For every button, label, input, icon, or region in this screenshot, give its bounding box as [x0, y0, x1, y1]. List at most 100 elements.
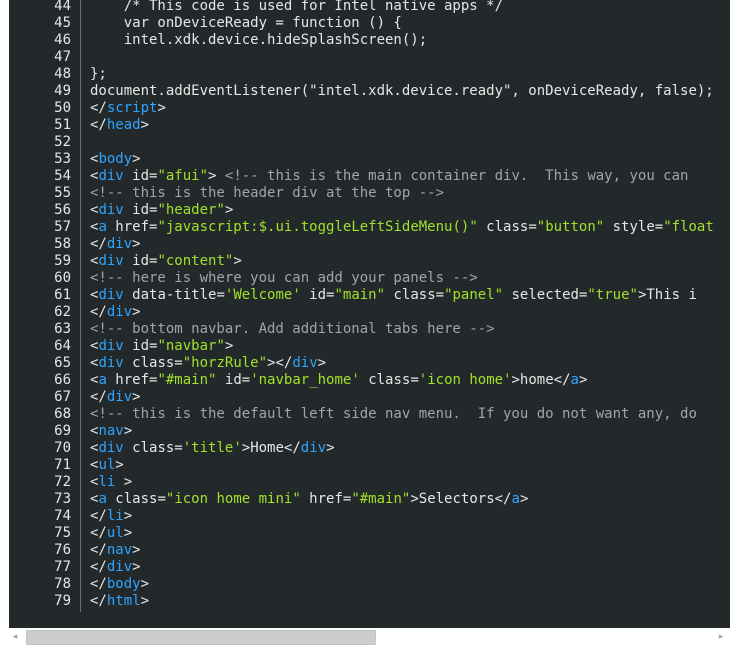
- code-line[interactable]: <!-- here is where you can add your pane…: [90, 270, 478, 287]
- code-line[interactable]: <div id="header">: [90, 202, 233, 219]
- code-line[interactable]: <ul>: [90, 457, 124, 474]
- line-number: 50: [54, 100, 71, 116]
- line-number: 45: [54, 15, 71, 31]
- line-number: 44: [54, 0, 71, 14]
- code-line[interactable]: </li>: [90, 508, 132, 525]
- code-token: 'title': [182, 440, 242, 456]
- scroll-left-arrow-icon[interactable]: ◂: [9, 631, 21, 643]
- code-token: html: [106, 593, 141, 609]
- line-number: 69: [54, 423, 71, 439]
- horizontal-scrollbar[interactable]: ◂ ▸: [9, 629, 730, 645]
- code-line[interactable]: <!-- this is the default left side nav m…: [90, 406, 697, 423]
- line-number: 71: [54, 457, 71, 473]
- line-number: 49: [54, 83, 71, 99]
- code-area[interactable]: /* This code is used for Intel native ap…: [90, 0, 730, 628]
- code-token: "main": [334, 287, 386, 303]
- code-line[interactable]: </div>: [90, 559, 141, 576]
- code-token: <!-- this is the main container div. Thi…: [224, 168, 689, 184]
- code-line[interactable]: <!-- bottom navbar. Add additional tabs …: [90, 321, 495, 338]
- code-token: >: [208, 168, 225, 184]
- code-line[interactable]: </body>: [90, 576, 149, 593]
- code-token: >Home</: [241, 440, 301, 456]
- code-line[interactable]: </html>: [90, 593, 149, 610]
- line-number: 74: [54, 508, 71, 524]
- code-token: <!-- this is the header div at the top -…: [90, 185, 445, 201]
- code-token: >: [123, 508, 133, 524]
- code-line[interactable]: </div>: [90, 304, 141, 321]
- code-token: ></: [267, 355, 293, 371]
- code-token: body: [98, 151, 133, 167]
- code-token: </: [90, 236, 107, 252]
- code-token: >: [157, 100, 166, 116]
- code-line[interactable]: <body>: [90, 151, 141, 168]
- code-line[interactable]: <div class='title'>Home</div>: [90, 440, 335, 457]
- code-token: >: [519, 491, 529, 507]
- code-token: <!-- this is the default left side nav m…: [90, 406, 697, 422]
- code-token: "float: [663, 219, 714, 235]
- code-line[interactable]: <a href="#main" id='navbar_home' class='…: [90, 372, 587, 389]
- code-line[interactable]: </ul>: [90, 525, 132, 542]
- code-line[interactable]: <li >: [90, 474, 132, 491]
- code-line[interactable]: </script>: [90, 100, 166, 117]
- line-number: 64: [54, 338, 71, 354]
- code-line[interactable]: <div id="navbar">: [90, 338, 233, 355]
- code-token: li: [106, 508, 124, 524]
- code-token: ul: [106, 525, 124, 541]
- code-token: "icon home mini": [165, 491, 301, 507]
- code-editor[interactable]: 44 45 46 47 48 49 50 51 52 53 54 55 56 57 58 59 60 61 62 63…: [9, 0, 730, 628]
- code-line[interactable]: </div>: [90, 389, 141, 406]
- code-token: >: [132, 389, 141, 405]
- code-token: div: [98, 202, 124, 218]
- code-line[interactable]: /* This code is used for Intel native ap…: [90, 0, 503, 15]
- code-line[interactable]: <div id="afui"> <!-- this is the main co…: [90, 168, 688, 185]
- line-number: 57: [54, 219, 71, 235]
- code-token: div: [98, 440, 124, 456]
- code-line[interactable]: <div class="horzRule"></div>: [90, 355, 326, 372]
- code-token: >: [123, 423, 133, 439]
- code-token: >: [578, 372, 588, 388]
- code-token: id=: [123, 253, 158, 269]
- code-line[interactable]: };: [90, 66, 107, 83]
- code-line[interactable]: <a class="icon home mini" href="#main">S…: [90, 491, 528, 508]
- line-number: 59: [54, 253, 71, 269]
- code-token: div: [98, 338, 124, 354]
- line-number: 79: [54, 593, 71, 609]
- code-line[interactable]: <nav>: [90, 423, 132, 440]
- code-token: class=: [106, 491, 166, 507]
- code-token: a: [98, 219, 107, 235]
- code-token: body: [106, 576, 141, 592]
- code-token: >: [224, 202, 234, 218]
- scroll-right-arrow-icon[interactable]: ▸: [715, 631, 727, 643]
- code-token: >This i: [637, 287, 697, 303]
- code-line[interactable]: <a href="javascript:$.ui.toggleLeftSideM…: [90, 219, 714, 236]
- code-token: div: [106, 304, 133, 320]
- code-line[interactable]: intel.xdk.device.hideSplashScreen();: [90, 32, 427, 49]
- code-token: class=: [385, 287, 445, 303]
- code-token: 'Welcome': [224, 287, 301, 303]
- line-number: 77: [54, 559, 71, 575]
- code-token: div: [106, 559, 133, 575]
- code-token: href=: [106, 372, 158, 388]
- code-token: div: [292, 355, 318, 371]
- line-number: 55: [54, 185, 71, 201]
- code-line[interactable]: <div id="content">: [90, 253, 242, 270]
- code-line[interactable]: <div data-title='Welcome' id="main" clas…: [90, 287, 697, 304]
- code-token: head: [106, 117, 141, 133]
- code-token: </: [90, 593, 107, 609]
- line-number: 54: [54, 168, 71, 184]
- code-token: <!-- here is where you can add your pane…: [90, 270, 478, 286]
- scrollbar-thumb[interactable]: [26, 630, 376, 645]
- code-token: >: [132, 559, 141, 575]
- code-line[interactable]: </div>: [90, 236, 141, 253]
- code-token: >: [140, 593, 150, 609]
- code-token: >: [132, 151, 141, 167]
- code-token: "content": [157, 253, 234, 269]
- code-line[interactable]: document.addEventListener("intel.xdk.dev…: [90, 83, 714, 100]
- code-token: >: [317, 355, 327, 371]
- code-line[interactable]: var onDeviceReady = function () {: [90, 15, 402, 32]
- code-line[interactable]: </head>: [90, 117, 149, 134]
- code-line[interactable]: <!-- this is the header div at the top -…: [90, 185, 444, 202]
- code-line[interactable]: </nav>: [90, 542, 141, 559]
- code-token: >: [132, 236, 141, 252]
- line-number: 63: [54, 321, 71, 337]
